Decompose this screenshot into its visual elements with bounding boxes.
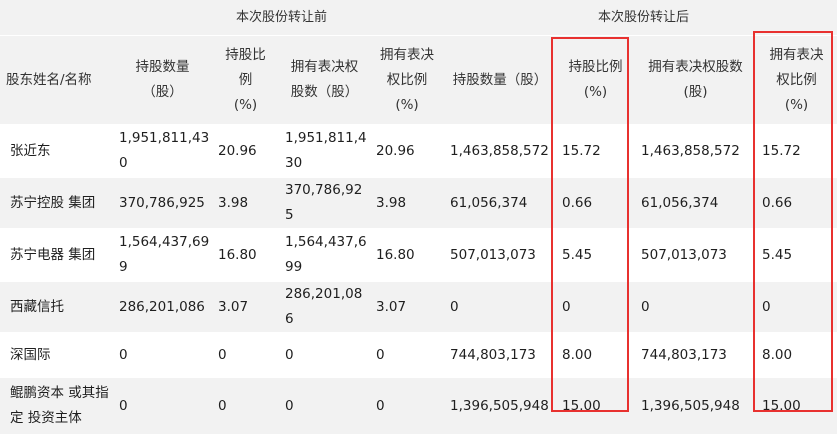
cell-before-vote-ratio: 0 [370, 377, 445, 435]
cell-name: 苏宁控股 集团 [0, 177, 113, 229]
cell-after-vote-shares: 1,463,858,572 [635, 124, 757, 178]
cell-before-vote-ratio: 3.98 [370, 177, 445, 229]
cell-after-vote-shares: 744,803,173 [635, 332, 757, 378]
cell-before-ratio: 20.96 [212, 124, 279, 178]
cell-before-vote-ratio: 0 [370, 332, 445, 378]
shareholding-table-view: 本次股份转让前 本次股份转让后 股东姓名/名称 持股数量 （股） 持股比例 (%) … [0, 0, 837, 435]
table-row: 苏宁控股 集团 370,786,925 3.98 370,786,925 3.98 61,… [0, 177, 837, 229]
cell-after-vote-shares: 61,056,374 [635, 177, 757, 229]
cell-before-shares: 1,564,437,699 [113, 228, 212, 282]
cell-before-shares: 0 [113, 332, 212, 378]
cell-before-vote-shares: 0 [279, 377, 370, 435]
cell-after-shares: 1,463,858,572 [444, 124, 557, 178]
table-row: 鲲鹏资本 或其指定 投资主体 0 0 0 0 1,396,505,948 15.00 1,39… [0, 377, 837, 435]
cell-before-ratio: 16.80 [212, 228, 279, 282]
cell-before-ratio: 0 [212, 377, 279, 435]
group-header-after: 本次股份转让后 [444, 0, 837, 36]
cell-before-vote-shares: 0 [279, 332, 370, 378]
cell-name: 鲲鹏资本 或其指定 投资主体 [0, 377, 113, 435]
cell-after-ratio: 15.00 [556, 377, 636, 435]
cell-after-shares: 1,396,505,948 [444, 377, 557, 435]
cell-after-vote-ratio: 0 [756, 281, 837, 333]
header-after-shares: 持股数量（股） [444, 35, 557, 125]
header-before-ratio: 持股比例 (%) [212, 35, 279, 125]
cell-name: 西藏信托 [0, 281, 113, 333]
header-after-ratio: 持股比例 (%) [556, 35, 636, 125]
cell-after-vote-shares: 0 [635, 281, 757, 333]
cell-before-vote-ratio: 16.80 [370, 228, 445, 282]
cell-before-vote-shares: 370,786,925 [279, 177, 370, 229]
cell-before-vote-ratio: 20.96 [370, 124, 445, 178]
cell-after-shares: 0 [444, 281, 557, 333]
header-after-vote-ratio: 拥有表决 权比例 (%) [756, 35, 837, 125]
cell-after-vote-ratio: 5.45 [756, 228, 837, 282]
group-header-blank [0, 0, 113, 36]
header-after-vote-shares: 拥有表决权股数 (股) [635, 35, 757, 125]
shareholding-table: 本次股份转让前 本次股份转让后 股东姓名/名称 持股数量 （股） 持股比例 (%) … [0, 0, 837, 435]
cell-before-ratio: 3.98 [212, 177, 279, 229]
cell-before-shares: 1,951,811,430 [113, 124, 212, 178]
cell-after-ratio: 0 [556, 281, 636, 333]
cell-before-vote-shares: 286,201,086 [279, 281, 370, 333]
table-row: 深国际 0 0 0 0 744,803,173 8.00 744,803,173 8.00 [0, 332, 837, 378]
cell-name: 张近东 [0, 124, 113, 178]
cell-before-shares: 370,786,925 [113, 177, 212, 229]
header-before-shares: 持股数量 （股） [113, 35, 212, 125]
cell-after-vote-ratio: 15.72 [756, 124, 837, 178]
group-header-before: 本次股份转让前 [113, 0, 445, 36]
cell-before-shares: 286,201,086 [113, 281, 212, 333]
cell-after-vote-shares: 507,013,073 [635, 228, 757, 282]
group-header-row: 本次股份转让前 本次股份转让后 [0, 0, 837, 36]
header-before-vote-shares: 拥有表决权 股数（股） [279, 35, 370, 125]
cell-after-ratio: 0.66 [556, 177, 636, 229]
cell-before-ratio: 3.07 [212, 281, 279, 333]
cell-after-ratio: 8.00 [556, 332, 636, 378]
column-header-row: 股东姓名/名称 持股数量 （股） 持股比例 (%) 拥有表决权 股数（股） 拥有表决权… [0, 35, 837, 125]
cell-after-ratio: 15.72 [556, 124, 636, 178]
header-before-vote-ratio: 拥有表决 权比例 (%) [370, 35, 445, 125]
cell-before-vote-ratio: 3.07 [370, 281, 445, 333]
cell-before-vote-shares: 1,951,811,430 [279, 124, 370, 178]
cell-name: 苏宁电器 集团 [0, 228, 113, 282]
cell-before-ratio: 0 [212, 332, 279, 378]
header-name: 股东姓名/名称 [0, 35, 113, 125]
cell-after-vote-ratio: 15.00 [756, 377, 837, 435]
cell-after-vote-ratio: 0.66 [756, 177, 837, 229]
cell-after-vote-shares: 1,396,505,948 [635, 377, 757, 435]
cell-after-shares: 744,803,173 [444, 332, 557, 378]
cell-before-shares: 0 [113, 377, 212, 435]
table-row: 张近东 1,951,811,430 20.96 1,951,811,430 20.96 1… [0, 124, 837, 178]
cell-after-ratio: 5.45 [556, 228, 636, 282]
table-row: 西藏信托 286,201,086 3.07 286,201,086 3.07 0 0 0 0 [0, 281, 837, 333]
cell-before-vote-shares: 1,564,437,699 [279, 228, 370, 282]
cell-after-vote-ratio: 8.00 [756, 332, 837, 378]
cell-after-shares: 507,013,073 [444, 228, 557, 282]
cell-after-shares: 61,056,374 [444, 177, 557, 229]
table-row: 苏宁电器 集团 1,564,437,699 16.80 1,564,437,699 16… [0, 228, 837, 282]
cell-name: 深国际 [0, 332, 113, 378]
